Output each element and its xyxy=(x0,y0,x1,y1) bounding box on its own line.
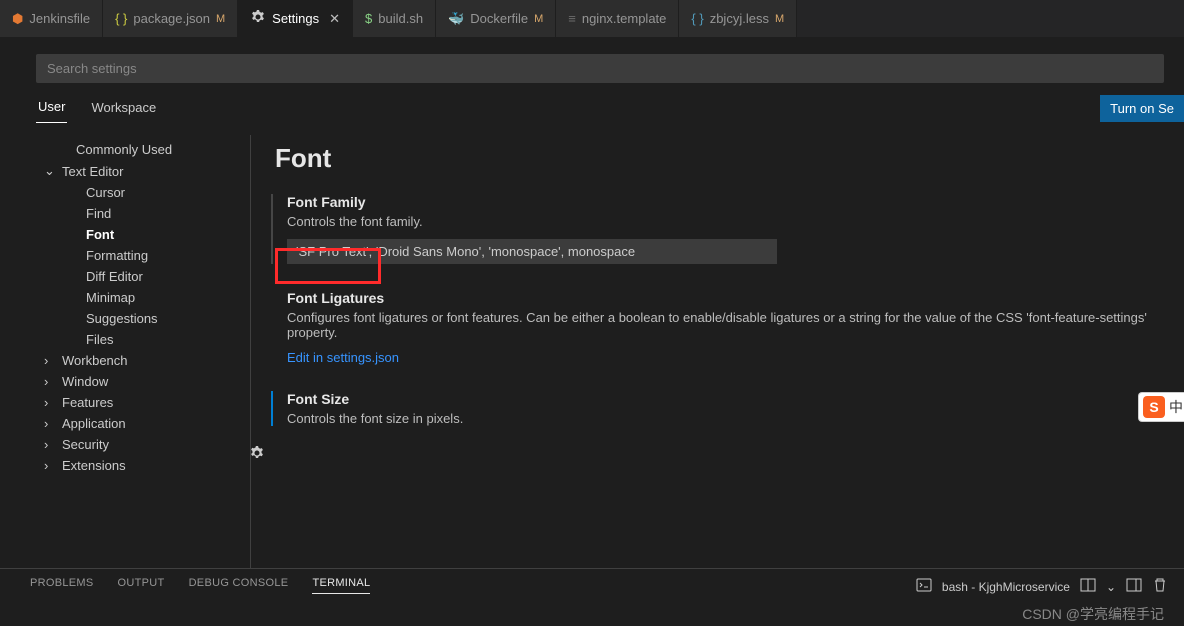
toc-window[interactable]: ›Window xyxy=(36,371,250,392)
setting-description: Controls the font family. xyxy=(287,214,1184,229)
toc-commonly-used[interactable]: Commonly Used xyxy=(36,139,250,160)
chevron-down-icon[interactable]: ⌄ xyxy=(1106,580,1116,594)
toc-cursor[interactable]: Cursor xyxy=(36,182,250,203)
ime-mode: 中 xyxy=(1169,397,1183,417)
setting-font-size: Font Size Controls the font size in pixe… xyxy=(271,391,1184,426)
panel-tab-terminal[interactable]: TERMINAL xyxy=(312,577,370,594)
ime-badge: S xyxy=(1143,396,1165,418)
trash-icon[interactable] xyxy=(1152,577,1168,596)
ime-indicator[interactable]: S 中 xyxy=(1138,392,1184,422)
toc-files[interactable]: Files xyxy=(36,329,250,350)
toc-application[interactable]: ›Application xyxy=(36,413,250,434)
toc-font[interactable]: Font xyxy=(36,224,250,245)
tab-dockerfile[interactable]: 🐳 Dockerfile M xyxy=(436,0,556,37)
modified-badge: M xyxy=(216,13,225,25)
setting-title: Font Size xyxy=(287,391,1184,407)
toc-formatting[interactable]: Formatting xyxy=(36,245,250,266)
chevron-right-icon: › xyxy=(44,395,58,410)
terminal-name[interactable]: bash - KjghMicroservice xyxy=(942,580,1070,594)
tab-nginx-template[interactable]: ≡ nginx.template xyxy=(556,0,679,37)
toc-diff-editor[interactable]: Diff Editor xyxy=(36,266,250,287)
tab-zbjcyj-less[interactable]: { } zbjcyj.less M xyxy=(679,0,797,37)
tab-label: package.json xyxy=(133,11,210,26)
setting-font-family: Font Family Controls the font family. xyxy=(271,194,1184,264)
tab-label: nginx.template xyxy=(582,11,667,26)
tab-label: zbjcyj.less xyxy=(710,11,769,26)
less-icon: { } xyxy=(691,11,703,26)
settings-search-input[interactable] xyxy=(36,54,1164,83)
tab-settings[interactable]: Settings ✕ xyxy=(238,0,353,37)
tab-label: Jenkinsfile xyxy=(29,11,90,26)
close-icon[interactable]: ✕ xyxy=(329,11,340,27)
setting-gear-icon[interactable] xyxy=(251,445,265,464)
tab-package-json[interactable]: { } package.json M xyxy=(103,0,238,37)
settings-search-bar xyxy=(36,54,1184,83)
terminal-icon xyxy=(916,577,932,596)
tab-build-sh[interactable]: $ build.sh xyxy=(353,0,436,37)
toc-workbench[interactable]: ›Workbench xyxy=(36,350,250,371)
gear-icon xyxy=(250,9,266,28)
panel-tab-output[interactable]: OUTPUT xyxy=(118,577,165,593)
shell-icon: $ xyxy=(365,11,372,26)
setting-title: Font Family xyxy=(287,194,1184,210)
setting-title: Font Ligatures xyxy=(287,290,1184,306)
scope-workspace-tab[interactable]: Workspace xyxy=(89,94,158,123)
setting-description: Controls the font size in pixels. xyxy=(287,411,1184,426)
toc-minimap[interactable]: Minimap xyxy=(36,287,250,308)
panel-tab-debug-console[interactable]: DEBUG CONSOLE xyxy=(189,577,289,593)
modified-badge: M xyxy=(534,13,543,25)
settings-sync-button[interactable]: Turn on Se xyxy=(1100,95,1184,122)
toc-text-editor[interactable]: ⌄Text Editor xyxy=(36,160,250,182)
section-heading: Font xyxy=(275,143,1184,174)
chevron-right-icon: › xyxy=(44,458,58,473)
settings-content: Font Font Family Controls the font famil… xyxy=(251,135,1184,591)
json-icon: { } xyxy=(115,11,127,26)
edit-in-settings-json-link[interactable]: Edit in settings.json xyxy=(287,350,1184,365)
chevron-right-icon: › xyxy=(44,416,58,431)
setting-description: Configures font ligatures or font featur… xyxy=(287,310,1184,340)
chevron-down-icon: ⌄ xyxy=(44,163,58,179)
setting-font-ligatures: Font Ligatures Configures font ligatures… xyxy=(271,290,1184,365)
panel-tab-problems[interactable]: PROBLEMS xyxy=(30,577,94,593)
panel-layout-icon[interactable] xyxy=(1126,577,1142,596)
tab-label: Settings xyxy=(272,11,319,26)
chevron-right-icon: › xyxy=(44,374,58,389)
file-icon: ⬢ xyxy=(12,11,23,27)
toc-security[interactable]: ›Security xyxy=(36,434,250,455)
config-icon: ≡ xyxy=(568,11,576,26)
watermark-text: CSDN @学亮编程手记 xyxy=(1022,604,1164,624)
chevron-right-icon: › xyxy=(44,437,58,452)
scope-user-tab[interactable]: User xyxy=(36,93,67,123)
settings-scope-tabs: User Workspace Turn on Se xyxy=(36,93,1184,123)
tab-jenkinsfile[interactable]: ⬢ Jenkinsfile xyxy=(0,0,103,37)
tab-label: build.sh xyxy=(378,11,423,26)
split-terminal-icon[interactable] xyxy=(1080,577,1096,596)
settings-editor: User Workspace Turn on Se Commonly Used … xyxy=(0,38,1184,591)
bottom-panel: PROBLEMS OUTPUT DEBUG CONSOLE TERMINAL b… xyxy=(0,568,1184,626)
settings-toc[interactable]: Commonly Used ⌄Text Editor Cursor Find F… xyxy=(36,135,251,591)
chevron-right-icon: › xyxy=(44,353,58,368)
toc-features[interactable]: ›Features xyxy=(36,392,250,413)
tab-label: Dockerfile xyxy=(470,11,528,26)
toc-extensions[interactable]: ›Extensions xyxy=(36,455,250,476)
editor-tabbar: ⬢ Jenkinsfile { } package.json M Setting… xyxy=(0,0,1184,38)
font-family-input[interactable] xyxy=(287,239,777,264)
toc-suggestions[interactable]: Suggestions xyxy=(36,308,250,329)
docker-icon: 🐳 xyxy=(448,11,464,27)
modified-badge: M xyxy=(775,13,784,25)
toc-find[interactable]: Find xyxy=(36,203,250,224)
